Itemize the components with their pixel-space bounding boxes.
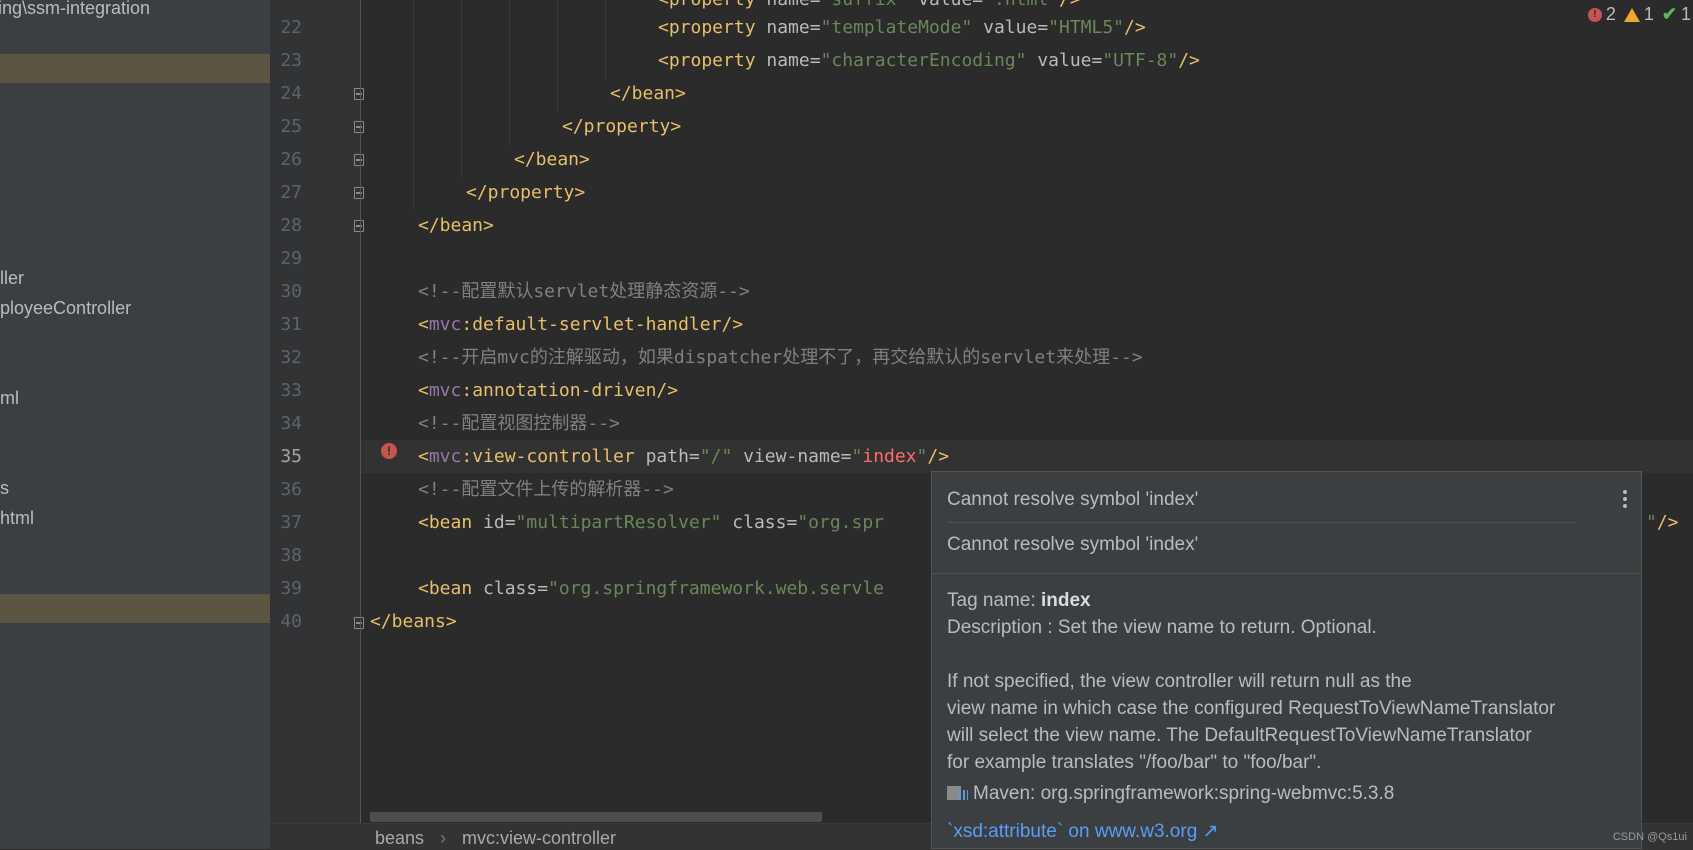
doc-paragraph: view name in which case the configured R… [947, 698, 1556, 719]
indent-guide [605, 0, 606, 80]
error-message: Cannot resolve symbol 'index' [947, 534, 1199, 555]
code-line-22: <property name="templateMode" value="HTM… [658, 17, 1146, 38]
warning-count[interactable]: 1 [1623, 4, 1654, 25]
fold-icon[interactable] [354, 220, 364, 232]
line-number[interactable]: 40 [270, 605, 302, 638]
error-message: Cannot resolve symbol 'index' [947, 489, 1199, 510]
line-number[interactable]: 34 [270, 407, 302, 440]
line-number[interactable]: 37 [270, 506, 302, 539]
code-line-23: <property name="characterEncoding" value… [658, 50, 1200, 71]
error-icon: ! [1587, 7, 1602, 22]
indent-guide [413, 0, 414, 210]
line-number[interactable]: 38 [270, 539, 302, 572]
fold-icon[interactable] [354, 154, 364, 166]
divider [947, 522, 1577, 523]
line-number[interactable]: 22 [270, 11, 302, 44]
doc-paragraph: will select the view name. The DefaultRe… [947, 725, 1532, 746]
fold-icon[interactable] [354, 88, 364, 100]
breadcrumb-separator: › [440, 828, 446, 848]
doc-description: Description : Set the view name to retur… [947, 617, 1377, 638]
breadcrumb-item[interactable]: mvc:view-controller [462, 828, 616, 849]
project-path: ing\ssm-integration [0, 0, 151, 18]
gutter-divider [360, 0, 361, 823]
line-number[interactable]: 23 [270, 44, 302, 77]
selected-row-highlight [0, 594, 270, 623]
line-number[interactable]: 36 [270, 473, 302, 506]
tree-item[interactable]: ployeeController [0, 298, 131, 319]
code-line-26: </bean> [514, 149, 590, 170]
project-panel: ing\ssm-integration ller ployeeControlle… [0, 0, 270, 849]
line-number[interactable]: 26 [270, 143, 302, 176]
selected-row-highlight [0, 54, 270, 83]
tree-item[interactable]: ml [0, 388, 19, 409]
code-line-35: <mvc:view-controller path="/" view-name=… [418, 446, 950, 467]
fold-icon[interactable] [354, 187, 364, 199]
line-number[interactable]: 29 [270, 242, 302, 275]
horizontal-scrollbar[interactable] [370, 812, 822, 822]
breadcrumb-item[interactable]: beans [375, 828, 424, 849]
line-number[interactable]: 35 [270, 440, 302, 473]
indent-guide [509, 0, 510, 145]
maven-library: Maven: org.springframework:spring-webmvc… [947, 780, 1394, 807]
error-tooltip-popup: Cannot resolve symbol 'index' Cannot res… [931, 471, 1642, 849]
code-line-39: <bean class="org.springframework.web.ser… [418, 578, 884, 599]
check-icon: ✔ [1661, 4, 1677, 24]
ok-count[interactable]: ✔ 1 [1662, 4, 1691, 25]
code-line-28: </bean> [418, 215, 494, 236]
code-line-27: </property> [466, 182, 586, 203]
external-doc-link[interactable]: `xsd:attribute` on www.w3.org ↗ [947, 818, 1218, 845]
tree-item[interactable]: ller [0, 268, 24, 289]
indent-guide [557, 0, 558, 112]
code-line-40: </beans> [370, 611, 457, 632]
line-number[interactable]: 32 [270, 341, 302, 374]
tree-item[interactable]: html [0, 508, 34, 529]
more-options-icon[interactable] [1623, 490, 1627, 512]
doc-paragraph: for example translates "/foo/bar" to "fo… [947, 752, 1322, 773]
line-number[interactable]: 31 [270, 308, 302, 341]
code-line-32: <!--开启mvc的注解驱动，如果dispatcher处理不了，再交给默认的se… [418, 347, 1143, 368]
code-line-31: <mvc:default-servlet-handler/> [418, 314, 744, 335]
warning-icon [1623, 7, 1640, 22]
code-line-33: <mvc:annotation-driven/> [418, 380, 679, 401]
code-line-36: <!--配置文件上传的解析器--> [418, 479, 674, 500]
tree-item[interactable]: s [0, 478, 9, 499]
fold-icon[interactable] [354, 617, 364, 629]
code-line-30: <!--配置默认servlet处理静态资源--> [418, 281, 750, 302]
code-line-25: </property> [562, 116, 682, 137]
line-number[interactable]: 33 [270, 374, 302, 407]
fold-icon[interactable] [354, 121, 364, 133]
unresolved-symbol: index [862, 446, 917, 467]
doc-paragraph: If not specified, the view controller wi… [947, 671, 1412, 692]
line-number[interactable]: 28 [270, 209, 302, 242]
code-line-37-tail: "/> [1646, 512, 1679, 533]
line-number[interactable]: 30 [270, 275, 302, 308]
indent-guide [461, 0, 462, 178]
error-icon[interactable]: ! [381, 443, 397, 459]
watermark: CSDN @Qs1ui [1612, 831, 1687, 843]
error-count[interactable]: ! 2 [1587, 4, 1616, 25]
line-number[interactable]: 24 [270, 77, 302, 110]
code-line-24: </bean> [610, 83, 686, 104]
library-icon [947, 784, 969, 802]
doc-tag-name: Tag name: index [947, 590, 1091, 611]
line-number[interactable]: 25 [270, 110, 302, 143]
code-line-34: <!--配置视图控制器--> [418, 413, 620, 434]
inspection-status[interactable]: ! 2 1 ✔ 1 [1587, 4, 1691, 25]
code-line-37: <bean id="multipartResolver" class="org.… [418, 512, 885, 533]
line-number[interactable]: 39 [270, 572, 302, 605]
line-number[interactable]: 27 [270, 176, 302, 209]
divider [932, 573, 1641, 574]
